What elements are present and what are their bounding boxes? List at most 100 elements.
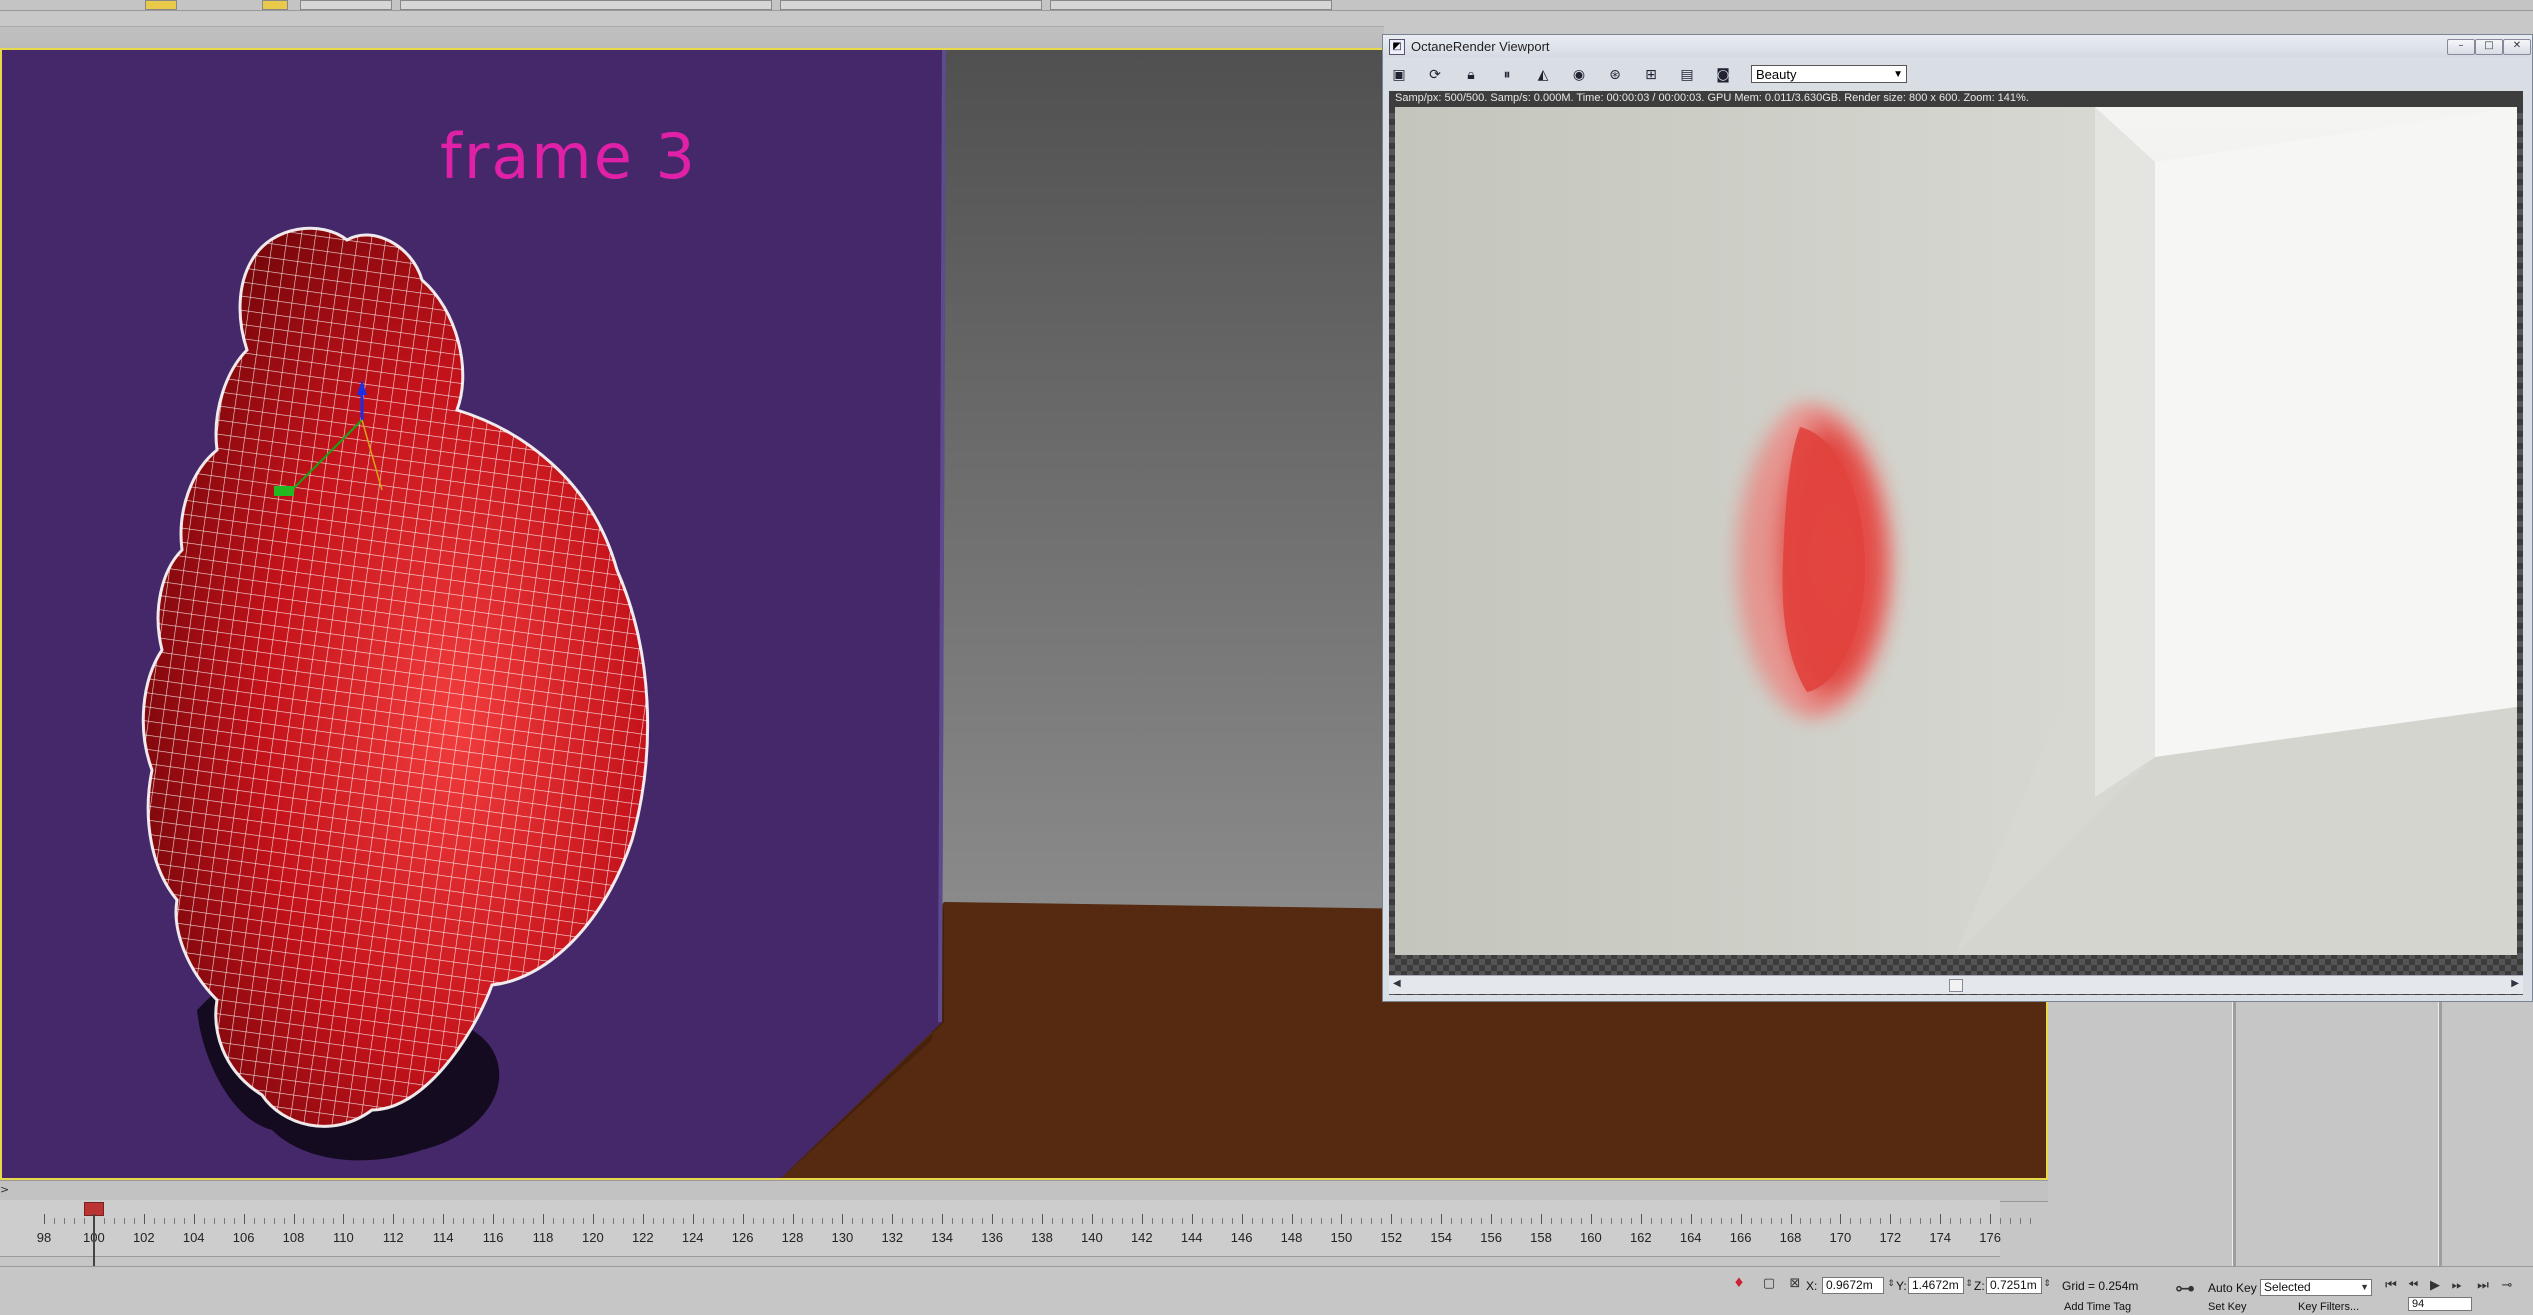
toolbar-group[interactable] [1050,0,1332,10]
export-icon[interactable]: ▣ [1389,65,1409,85]
y-coord-input[interactable]: 1.4672m [1908,1277,1964,1294]
minimize-button[interactable]: – [2447,39,2475,55]
octane-render-window[interactable]: ◩ OctaneRender Viewport – □ ✕ ▣ ⟳ 🔒︎ ⏸︎ … [1382,34,2533,1002]
timeline-minor-tick [1071,1218,1073,1224]
next-frame-icon[interactable]: ⏩︎ [2450,1279,2464,1293]
timeline-tick [1391,1214,1393,1224]
add-time-tag-button[interactable]: Add Time Tag [2064,1301,2131,1313]
timeline-minor-tick [363,1218,365,1224]
toolbar-dropdown[interactable] [300,0,392,10]
focus-icon[interactable]: ⊛ [1605,65,1625,85]
timeline-tick-label: 138 [1031,1230,1053,1245]
toolbar-field[interactable] [400,0,772,10]
timeline-minor-tick [1161,1218,1163,1224]
pause-icon[interactable]: ⏸︎ [1497,65,1517,85]
timeline-tick-label: 148 [1280,1230,1303,1245]
pin-icon[interactable]: ♦ [1732,1277,1746,1291]
timeline-minor-tick [1401,1218,1403,1224]
auto-key-button[interactable]: Auto Key [2208,1281,2257,1295]
timeline-minor-tick [672,1218,674,1224]
play-icon[interactable]: ▶ [2428,1279,2442,1293]
timeline-tick [1042,1214,1043,1224]
timeline-tick [293,1214,295,1224]
lock-selection-icon[interactable]: ▢ [1762,1277,1776,1291]
current-frame-field[interactable]: 94 [2408,1297,2472,1311]
x-coord-label: X: [1806,1279,1818,1293]
timeline-tick-label: 120 [582,1230,604,1245]
key-mode-dropdown[interactable]: Selected ▼ [2260,1279,2372,1296]
timeline-tick [393,1214,395,1224]
render-pass-value: Beauty [1756,67,1797,82]
timeline-tick-label: 106 [232,1230,255,1245]
scroll-left-icon[interactable]: ◀ [1393,978,1401,989]
octane-app-icon: ◩ [1389,39,1405,55]
render-stats-text: Samp/px: 500/500. Samp/s: 0.000M. Time: … [1395,92,2029,104]
timeline-minor-tick [113,1218,115,1224]
scroll-right-icon[interactable]: ▶ [2511,978,2519,989]
toolbar-button[interactable] [262,0,288,10]
refresh-icon[interactable]: ⟳ [1425,65,1445,85]
close-button[interactable]: ✕ [2503,39,2531,55]
timeline-minor-tick [1361,1218,1363,1224]
save-icon[interactable]: ▤ [1677,65,1697,85]
timeline-minor-tick [1301,1218,1303,1224]
timeline-tick-label: 118 [532,1230,554,1245]
timeline-minor-tick [1351,1218,1353,1224]
timeline-minor-tick [1501,1218,1503,1224]
chevron-down-icon: ▼ [1893,69,1903,80]
timeline-minor-tick [902,1218,904,1224]
timeline-tick [193,1214,195,1224]
timeline-minor-tick [1521,1218,1523,1224]
octane-title-bar[interactable]: ◩ OctaneRender Viewport – □ ✕ [1383,35,2532,58]
timeline-minor-tick [1331,1218,1333,1224]
previous-frame-icon[interactable]: ⏪︎ [2406,1279,2420,1293]
timeline-minor-tick [812,1218,814,1224]
timeline-tick-label: 114 [432,1230,454,1245]
maximize-button[interactable]: □ [2475,39,2503,55]
stats-icon[interactable]: ◭ [1533,65,1553,85]
timeline-minor-tick [982,1218,984,1224]
command-panel [2048,1000,2533,1266]
timeline-tick [1541,1214,1542,1224]
render-pass-dropdown[interactable]: Beauty ▼ [1751,65,1907,83]
z-coord-input[interactable]: 0.7251m [1986,1277,2042,1294]
x-coord-input[interactable]: 0.9672m [1822,1277,1884,1294]
timeline-minor-tick [762,1218,764,1224]
timeline-minor-tick [403,1218,405,1224]
timeline-minor-tick [183,1218,185,1224]
timeline-minor-tick [1710,1218,1712,1224]
timeline[interactable]: > 98100102104106108110112114116118120122… [0,1180,2048,1266]
key-filters-button[interactable]: Key Filters... [2298,1301,2359,1313]
timeline-minor-tick [153,1218,155,1224]
chevron-down-icon: ▼ [2360,1282,2369,1292]
timeline-tick-label: 176 [1979,1230,2001,1245]
timeline-tick-label: 152 [1380,1230,1403,1245]
camera-icon[interactable]: ◙ [1713,65,1733,85]
go-to-end-icon[interactable]: ⏭︎ [2476,1279,2490,1293]
timeline-tick [1491,1214,1493,1224]
lock-icon[interactable]: 🔒︎ [1461,65,1481,85]
toolbar-button[interactable] [145,0,177,10]
key-mode-toggle-icon[interactable]: ⊸ [2500,1279,2514,1293]
timeline-minor-tick [782,1218,784,1224]
time-ruler[interactable]: 9810010210410610811011211411611812012212… [0,1200,2032,1257]
timeline-minor-tick [1012,1218,1014,1224]
timeline-minor-tick [862,1218,864,1224]
toolbar-group[interactable] [780,0,1042,10]
spinner-icon[interactable]: ⇕ [2040,1277,2054,1291]
go-to-start-icon[interactable]: ⏮︎ [2384,1279,2398,1293]
key-icon[interactable]: ⊶ [2170,1278,2200,1298]
horizontal-scrollbar[interactable]: ◀ ▶ [1389,975,2523,994]
color-picker-icon[interactable]: ◉ [1569,65,1589,85]
scrollbar-thumb[interactable] [1949,979,1963,992]
expand-trackbar-button[interactable]: > [0,1183,12,1197]
timeline-minor-tick [1850,1218,1852,1224]
timeline-minor-tick [1051,1218,1053,1224]
main-toolbar [0,0,2533,11]
render-area[interactable] [1389,107,2523,995]
absolute-mode-icon[interactable]: ⊠ [1788,1277,1802,1291]
timeline-minor-tick [572,1218,574,1224]
timeline-minor-tick [602,1218,604,1224]
region-icon[interactable]: ⊞ [1641,65,1661,85]
set-key-button[interactable]: Set Key [2208,1301,2247,1313]
